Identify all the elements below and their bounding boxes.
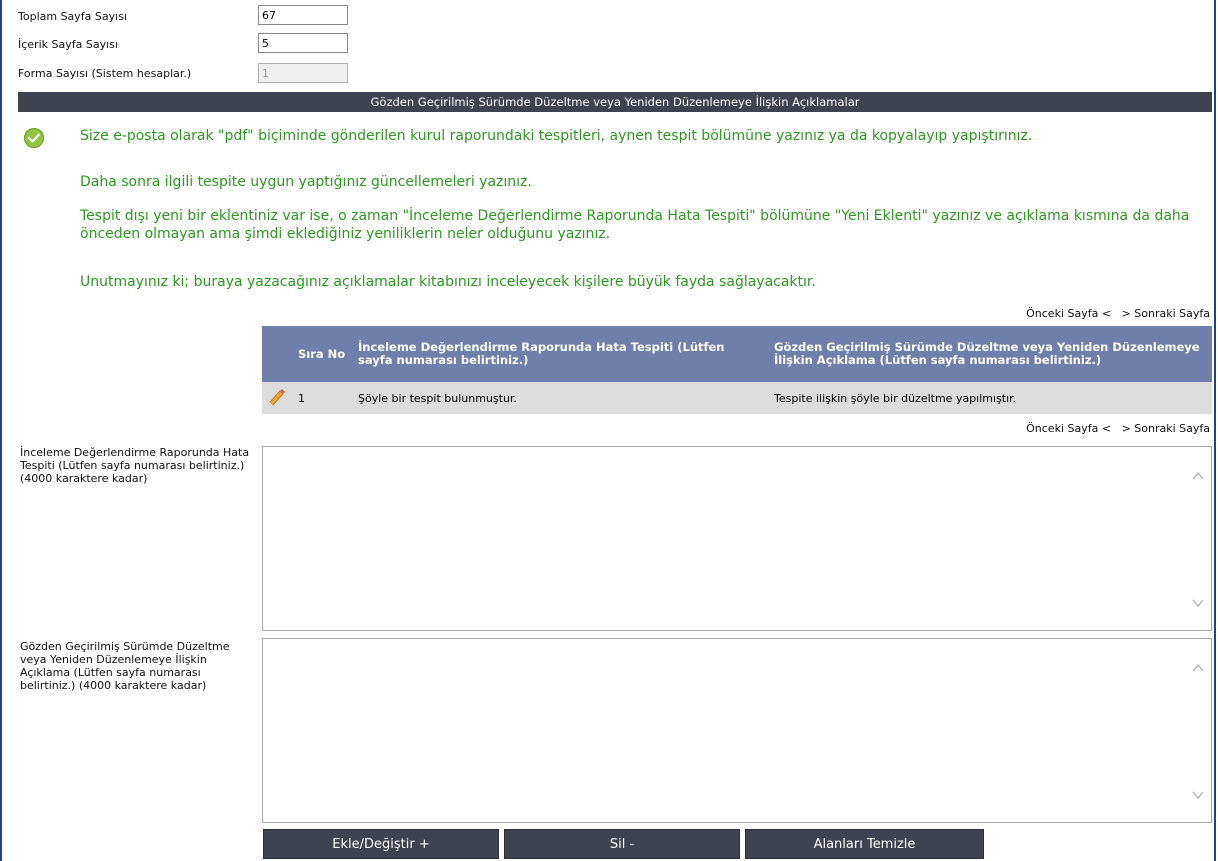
finding-textarea-label: İnceleme Değerlendirme Raporunda Hata Te… bbox=[20, 446, 250, 485]
info-line-2: Daha sonra ilgili tespite uygun yaptığın… bbox=[80, 174, 532, 190]
row-no: 1 bbox=[292, 382, 352, 414]
total-pages-label: Toplam Sayfa Sayısı bbox=[18, 10, 127, 23]
scroll-up-icon[interactable] bbox=[1191, 469, 1205, 483]
edit-cell[interactable] bbox=[262, 382, 292, 414]
delete-button[interactable]: Sil - bbox=[504, 829, 740, 859]
scroll-down-icon[interactable] bbox=[1191, 788, 1205, 802]
table-header-row: Sıra No İnceleme Değerlendirme Raporunda… bbox=[262, 326, 1212, 382]
content-pages-input[interactable] bbox=[258, 33, 348, 53]
content-pages-label: İçerik Sayfa Sayısı bbox=[18, 38, 118, 51]
info-line-4: Unutmayınız ki; buraya yazacağınız açıkl… bbox=[80, 274, 816, 290]
column-header-fix: Gözden Geçirilmiş Sürümde Düzeltme veya … bbox=[768, 326, 1212, 382]
next-page-link[interactable]: > Sonraki Sayfa bbox=[1122, 422, 1210, 435]
finding-textarea[interactable] bbox=[262, 446, 1212, 631]
forma-count-label: Forma Sayısı (Sistem hesaplar.) bbox=[18, 67, 192, 80]
column-header-finding: İnceleme Değerlendirme Raporunda Hata Te… bbox=[352, 326, 768, 382]
pager-top: Önceki Sayfa < > Sonraki Sayfa bbox=[1026, 307, 1210, 320]
add-edit-button[interactable]: Ekle/Değiştir + bbox=[263, 829, 499, 859]
column-header-no: Sıra No bbox=[292, 326, 352, 382]
forma-count-input bbox=[258, 63, 348, 83]
info-line-3: Tespit dışı yeni bir eklentiniz var ise,… bbox=[80, 208, 1190, 242]
findings-table: Sıra No İnceleme Değerlendirme Raporunda… bbox=[262, 326, 1212, 414]
row-fix: Tespite ilişkin şöyle bir düzeltme yapıl… bbox=[768, 382, 1212, 414]
next-page-link[interactable]: > Sonraki Sayfa bbox=[1122, 307, 1210, 320]
scroll-up-icon[interactable] bbox=[1191, 661, 1205, 675]
table-row[interactable]: 1 Şöyle bir tespit bulunmuştur. Tespite … bbox=[262, 382, 1212, 414]
fix-textarea[interactable] bbox=[262, 638, 1212, 823]
prev-page-link[interactable]: Önceki Sayfa < bbox=[1026, 422, 1111, 435]
prev-page-link[interactable]: Önceki Sayfa < bbox=[1026, 307, 1111, 320]
total-pages-input[interactable] bbox=[258, 5, 348, 25]
fix-textarea-label: Gözden Geçirilmiş Sürümde Düzeltme veya … bbox=[20, 640, 230, 692]
table-header-edit bbox=[262, 326, 292, 382]
info-line-1: Size e-posta olarak "pdf" biçiminde gönd… bbox=[80, 128, 1033, 144]
clear-fields-button[interactable]: Alanları Temizle bbox=[745, 829, 984, 859]
section-header: Gözden Geçirilmiş Sürümde Düzeltme veya … bbox=[18, 92, 1212, 112]
scroll-down-icon[interactable] bbox=[1191, 596, 1205, 610]
pencil-icon[interactable] bbox=[266, 388, 286, 409]
pager-bottom: Önceki Sayfa < > Sonraki Sayfa bbox=[1026, 422, 1210, 435]
row-finding: Şöyle bir tespit bulunmuştur. bbox=[352, 382, 768, 414]
check-circle-icon bbox=[24, 128, 44, 148]
